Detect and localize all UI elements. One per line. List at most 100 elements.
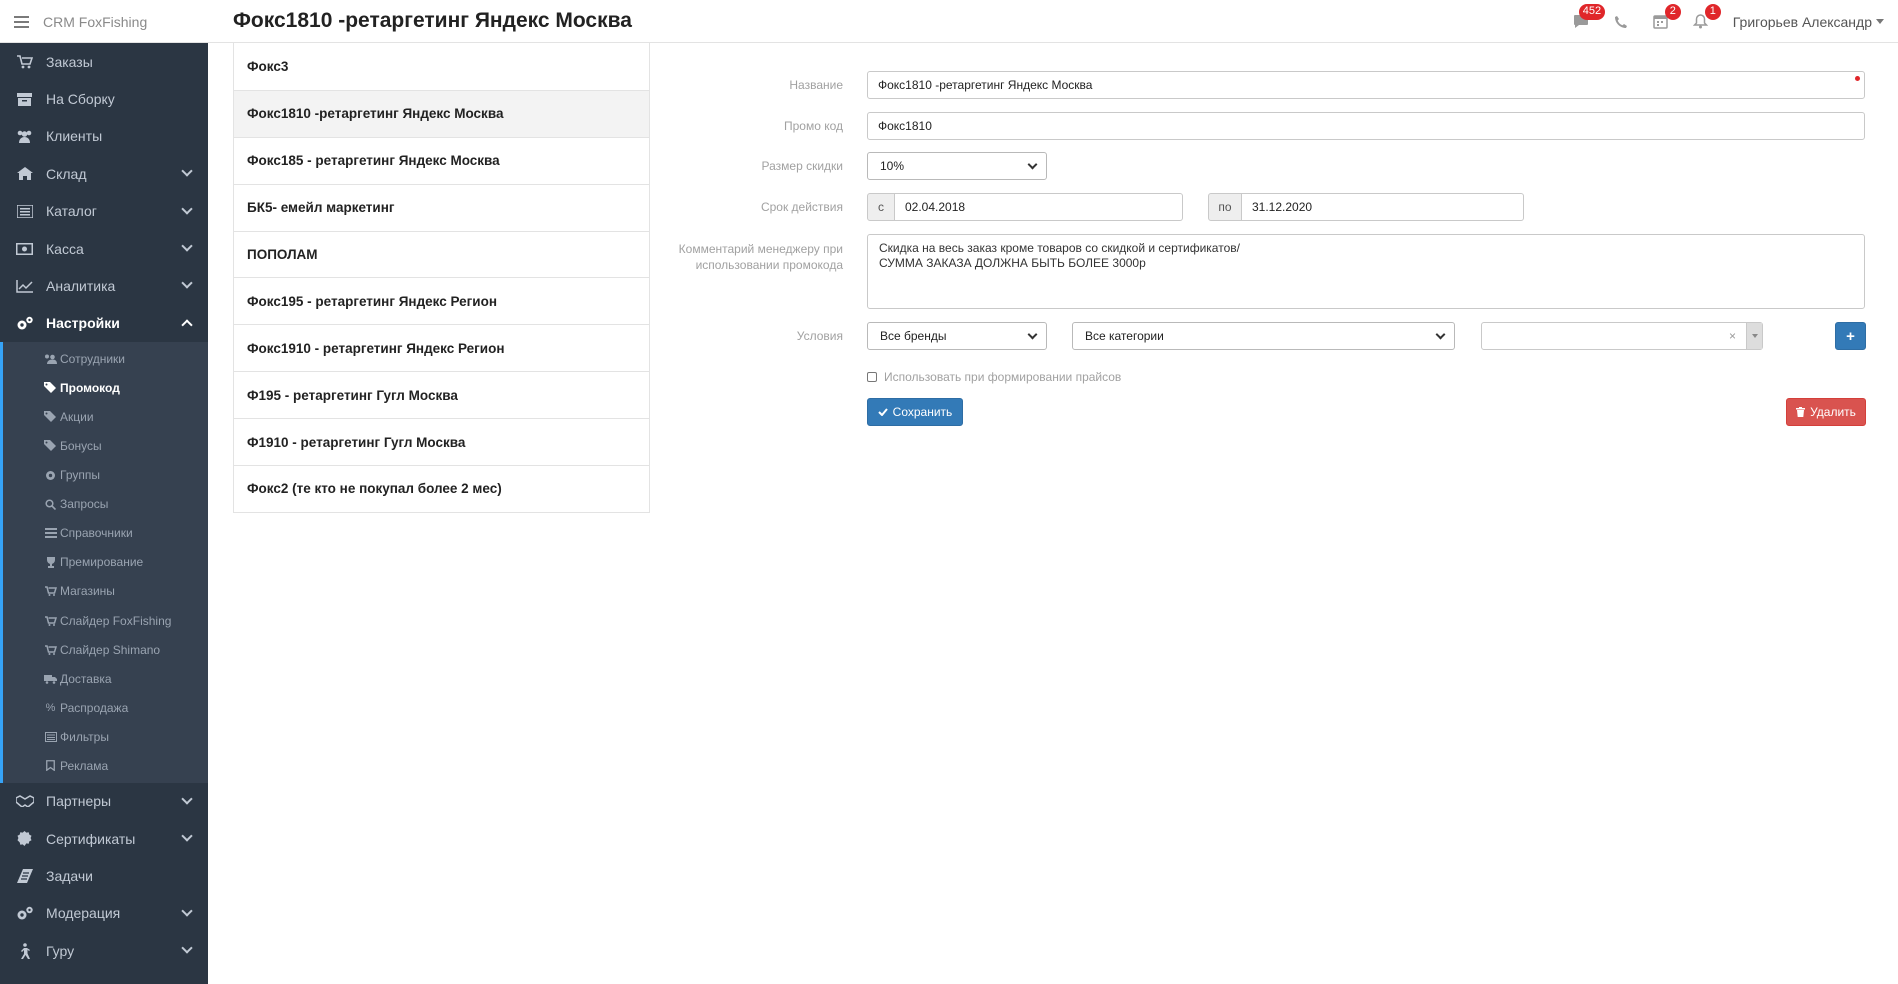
sidebar-item-clients[interactable]: Клиенты bbox=[0, 118, 208, 155]
delete-button-label: Удалить bbox=[1810, 405, 1856, 419]
sidebar-item-orders[interactable]: Заказы bbox=[0, 43, 208, 80]
sidebar-subitem-sale[interactable]: % Распродажа bbox=[3, 693, 208, 722]
chevron-down-icon bbox=[181, 905, 193, 917]
sidebar-subitem-groups[interactable]: Группы bbox=[3, 461, 208, 490]
promo-list-item[interactable]: Фокс1910 - ретаргетинг Яндекс Регион bbox=[234, 324, 649, 371]
promo-list-item-selected[interactable]: Фокс1810 -ретаргетинг Яндекс Москва bbox=[234, 89, 649, 137]
condition-item-select[interactable]: × bbox=[1481, 322, 1763, 350]
sidebar-subitem-promocode[interactable]: Промокод bbox=[3, 373, 208, 402]
subitem-label: Фильтры bbox=[60, 729, 109, 744]
sidebar-item-assembly[interactable]: На Сборку bbox=[0, 80, 208, 117]
date-to-input[interactable]: 31.12.2020 bbox=[1242, 193, 1524, 221]
comment-label: Комментарий менеджеру при использовании … bbox=[650, 241, 843, 273]
chevron-down-icon bbox=[1027, 329, 1038, 340]
sidebar-subitem-slider-shimano[interactable]: Слайдер Shimano bbox=[3, 635, 208, 664]
promo-list-item[interactable]: Фокс195 - ретаргетинг Яндекс Регион bbox=[234, 277, 649, 324]
save-button[interactable]: Сохранить bbox=[867, 398, 963, 426]
chevron-down-icon bbox=[1027, 159, 1038, 170]
comment-label-line: Комментарий менеджеру при bbox=[678, 242, 843, 256]
sidebar-subitem-delivery[interactable]: Доставка bbox=[3, 664, 208, 693]
pricelist-checkbox[interactable] bbox=[867, 372, 877, 382]
sidebar-item-moderation[interactable]: Модерация bbox=[0, 895, 208, 932]
promo-list-item[interactable]: Фокс185 - ретаргетинг Яндекс Москва bbox=[234, 136, 649, 184]
sidebar-item-partners[interactable]: Партнеры bbox=[0, 783, 208, 820]
sidebar-subitem-directories[interactable]: Справочники bbox=[3, 519, 208, 548]
phone-button[interactable] bbox=[1601, 0, 1641, 43]
date-from-input[interactable]: 02.04.2018 bbox=[895, 193, 1183, 221]
pricelist-checkbox-row[interactable]: Использовать при формировании прайсов bbox=[867, 370, 1121, 384]
promo-list-item[interactable]: Ф195 - ретаргетинг Гугл Москва bbox=[234, 371, 649, 418]
sidebar-subitem-stores[interactable]: Магазины bbox=[3, 577, 208, 606]
menu-toggle-icon[interactable] bbox=[14, 15, 29, 28]
promo-list-item[interactable]: ПОПОЛАМ bbox=[234, 230, 649, 278]
calendar-button[interactable]: 2 bbox=[1641, 0, 1681, 43]
users-icon bbox=[15, 128, 34, 144]
discount-select[interactable]: 10% bbox=[867, 152, 1047, 180]
subitem-label: Группы bbox=[60, 468, 100, 483]
sidebar-subitem-ads[interactable]: Реклама bbox=[3, 751, 208, 780]
sidebar-subitem-bonuses-staff[interactable]: Премирование bbox=[3, 548, 208, 577]
sidebar-item-label: Модерация bbox=[46, 905, 121, 922]
brands-select[interactable]: Все бренды bbox=[867, 322, 1047, 350]
sidebar-item-analytics[interactable]: Аналитика bbox=[0, 267, 208, 304]
promo-list: Фокс3 Фокс1810 -ретаргетинг Яндекс Москв… bbox=[233, 43, 650, 513]
sidebar-subitem-promotions[interactable]: Акции bbox=[3, 402, 208, 431]
clear-icon[interactable]: × bbox=[1729, 329, 1736, 343]
add-condition-button[interactable]: + bbox=[1835, 322, 1866, 350]
subitem-label: Реклама bbox=[60, 758, 109, 773]
list-icon bbox=[15, 203, 34, 219]
trash-icon bbox=[1796, 407, 1806, 417]
promo-list-item[interactable]: БК5- емейл маркетинг bbox=[234, 183, 649, 231]
sidebar-subitem-requests[interactable]: Запросы bbox=[3, 490, 208, 519]
manager-comment-textarea[interactable]: Скидка на весь заказ кроме товаров со ск… bbox=[867, 234, 1865, 309]
chevron-down-icon bbox=[181, 165, 193, 177]
subitem-label: Доставка bbox=[60, 671, 112, 686]
subitem-label: Запросы bbox=[60, 497, 109, 512]
name-input[interactable]: Фокс1810 -ретаргетинг Яндекс Москва bbox=[867, 71, 1865, 99]
sidebar-item-cashbox[interactable]: Касса bbox=[0, 230, 208, 267]
promo-code-input[interactable]: Фокс1810 bbox=[867, 112, 1865, 140]
cart-icon bbox=[44, 644, 57, 655]
walk-icon bbox=[15, 942, 34, 959]
chevron-up-icon bbox=[181, 319, 193, 331]
select-arrow-icon[interactable] bbox=[1746, 323, 1762, 349]
required-indicator bbox=[1855, 76, 1860, 81]
promo-list-item[interactable]: Фокс2 (те кто не покупал более 2 мес) bbox=[234, 465, 649, 512]
list-icon bbox=[44, 731, 57, 742]
messages-button[interactable]: 452 bbox=[1561, 0, 1606, 43]
truck-icon bbox=[44, 673, 57, 684]
save-button-label: Сохранить bbox=[892, 405, 953, 419]
calendar-badge: 2 bbox=[1664, 4, 1681, 20]
delete-button[interactable]: Удалить bbox=[1786, 398, 1866, 426]
categories-select[interactable]: Все категории bbox=[1072, 322, 1455, 350]
tags-icon bbox=[44, 382, 57, 394]
sidebar-item-warehouse[interactable]: Склад bbox=[0, 155, 208, 192]
sidebar-item-label: Клиенты bbox=[46, 128, 103, 145]
sidebar-subitem-filters[interactable]: Фильтры bbox=[3, 722, 208, 751]
cart-icon bbox=[15, 54, 34, 70]
chart-icon bbox=[15, 278, 34, 294]
promo-list-item[interactable]: Фокс3 bbox=[234, 43, 649, 90]
sidebar-item-guru[interactable]: Гуру bbox=[0, 932, 208, 969]
user-menu[interactable]: Григорьев Александр bbox=[1733, 14, 1884, 30]
subitem-label: Премирование bbox=[60, 555, 144, 570]
conditions-label: Условия bbox=[796, 329, 843, 343]
sidebar-item-label: На Сборку bbox=[46, 91, 115, 108]
promo-list-item[interactable]: Ф1910 - ретаргетинг Гугл Москва bbox=[234, 418, 649, 465]
date-from-addon: с bbox=[867, 193, 895, 221]
sidebar-subitem-slider-foxfishing[interactable]: Слайдер FoxFishing bbox=[3, 606, 208, 635]
sidebar-subitem-bonuses[interactable]: Бонусы bbox=[3, 431, 208, 460]
cogs-icon bbox=[15, 905, 34, 921]
sidebar-item-settings[interactable]: Настройки bbox=[0, 305, 208, 342]
sidebar-subitem-employees[interactable]: Сотрудники bbox=[3, 344, 208, 373]
subitem-label: Распродажа bbox=[60, 700, 129, 715]
sidebar-item-certificates[interactable]: Сертификаты bbox=[0, 820, 208, 857]
bookmark-icon bbox=[44, 760, 57, 772]
brand[interactable]: CRM FoxFishing bbox=[14, 0, 147, 43]
sidebar: Заказы На Сборку Клиенты Склад Каталог К… bbox=[0, 43, 208, 984]
chevron-down-icon bbox=[181, 202, 193, 215]
trophy-icon bbox=[44, 556, 57, 568]
sidebar-item-catalog[interactable]: Каталог bbox=[0, 193, 208, 230]
sidebar-item-tasks[interactable]: Задачи bbox=[0, 857, 208, 894]
notifications-button[interactable]: 1 bbox=[1681, 0, 1721, 43]
